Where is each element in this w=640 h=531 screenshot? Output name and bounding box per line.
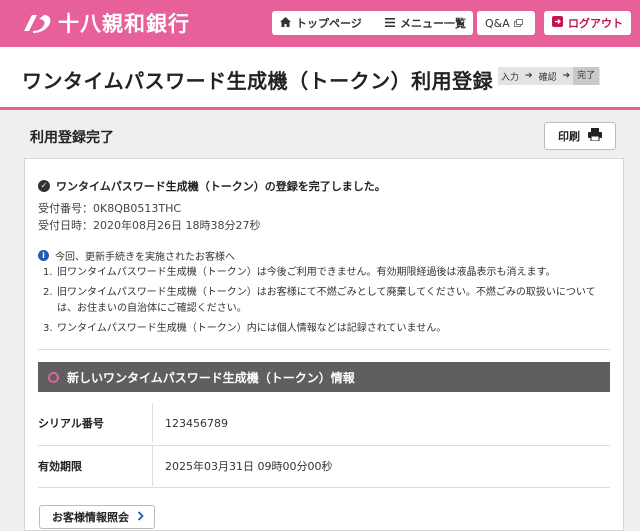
divider: [38, 487, 610, 488]
token-info-heading: 新しいワンタイムパスワード生成機（トークン）情報: [38, 362, 610, 392]
top-page-label: トップページ: [296, 17, 362, 30]
list-item: 3. ワンタイムパスワード生成機（トークン）内には個人情報などは記録されていませ…: [43, 321, 609, 337]
list-item-number: 1.: [43, 267, 53, 278]
step-arrow-icon: ➔: [562, 71, 571, 81]
list-item-text: 旧ワンタイムパスワード生成機（トークン）は今後ご利用できません。有効期限経過後は…: [57, 267, 556, 278]
top-page-button[interactable]: トップページ: [272, 11, 392, 35]
logout-icon: [552, 16, 563, 30]
bank-logo-mark-icon: [20, 9, 54, 37]
title-band: ワンタイムパスワード生成機（トークン）利用登録 入力 ➔ 確認 ➔ 完了: [0, 47, 640, 110]
list-icon: [385, 17, 395, 30]
receipt-datetime: 受付日時：2020年08月26日 18時38分27秒: [38, 219, 261, 232]
info-icon: i: [38, 250, 49, 261]
chevron-right-icon: [137, 510, 144, 524]
logout-button[interactable]: ログアウト: [544, 11, 631, 35]
qa-link[interactable]: Q&A: [477, 11, 535, 35]
list-item: 2. 旧ワンタイムパスワード生成機（トークン）はお客様にて不燃ごみとして廃棄して…: [43, 285, 609, 317]
menu-list-button[interactable]: メニュー一覧: [377, 11, 473, 35]
page-title: ワンタイムパスワード生成機（トークン）利用登録: [22, 69, 494, 93]
step-input: 入力: [501, 72, 520, 83]
customer-info-button[interactable]: お客様情報照会: [39, 505, 155, 529]
list-item-text: 旧ワンタイムパスワード生成機（トークン）はお客様にて不燃ごみとして廃棄してくださ…: [57, 287, 596, 314]
print-button[interactable]: 印刷: [544, 122, 616, 150]
step-arrow-icon: ➔: [525, 71, 533, 81]
step-complete: 完了: [573, 67, 600, 85]
serial-number-row: シリアル番号 123456789: [38, 403, 610, 443]
external-window-icon: [513, 17, 523, 30]
notice-heading-text: 今回、更新手続きを実施されたお客様へ: [55, 252, 235, 263]
serial-number-label: シリアル番号: [38, 403, 153, 443]
divider: [38, 349, 610, 350]
expiry-value: 2025年03月31日 09時00分00秒: [165, 460, 333, 473]
printer-icon: [588, 128, 602, 144]
notice-heading: i 今回、更新手続きを実施されたお客様へ: [38, 248, 235, 263]
bank-name: 十八親和銀行: [58, 12, 190, 36]
completion-text: ワンタイムパスワード生成機（トークン）の登録を完了しました。: [56, 180, 386, 193]
list-item-number: 2.: [43, 287, 53, 298]
menu-list-label: メニュー一覧: [400, 17, 466, 30]
serial-number-value: 123456789: [165, 416, 228, 430]
print-label: 印刷: [558, 130, 580, 143]
result-panel: ✓ ワンタイムパスワード生成機（トークン）の登録を完了しました。 受付番号：0K…: [24, 158, 624, 531]
token-info-heading-text: 新しいワンタイムパスワード生成機（トークン）情報: [67, 370, 355, 385]
step-confirm: 確認: [538, 72, 557, 83]
customer-info-label: お客様情報照会: [52, 511, 129, 524]
expiry-label: 有効期限: [38, 446, 153, 486]
receipt-number: 受付番号：0K8QB0513THC: [38, 202, 182, 215]
list-item-number: 3.: [43, 323, 53, 334]
completion-message: ✓ ワンタイムパスワード生成機（トークン）の登録を完了しました。: [38, 178, 386, 194]
list-item-text: ワンタイムパスワード生成機（トークン）内には個人情報などは記録されていません。: [57, 323, 447, 334]
qa-label: Q&A: [485, 16, 510, 30]
home-icon: [280, 16, 291, 30]
logout-label: ログアウト: [568, 17, 623, 30]
check-circle-icon: ✓: [38, 180, 50, 192]
site-header: 十八親和銀行 トップページ メニュー一覧 Q&A ログアウト: [0, 0, 640, 47]
step-indicator: 入力 ➔ 確認 ➔ 完了: [498, 67, 600, 85]
list-item: 1. 旧ワンタイムパスワード生成機（トークン）は今後ご利用できません。有効期限経…: [43, 265, 609, 281]
expiry-row: 有効期限 2025年03月31日 09時00分00秒: [38, 446, 610, 486]
notice-list: 1. 旧ワンタイムパスワード生成機（トークン）は今後ご利用できません。有効期限経…: [43, 265, 609, 341]
bank-logo[interactable]: 十八親和銀行: [20, 8, 190, 38]
circle-bullet-icon: [48, 371, 59, 383]
section-title: 利用登録完了: [30, 130, 114, 146]
